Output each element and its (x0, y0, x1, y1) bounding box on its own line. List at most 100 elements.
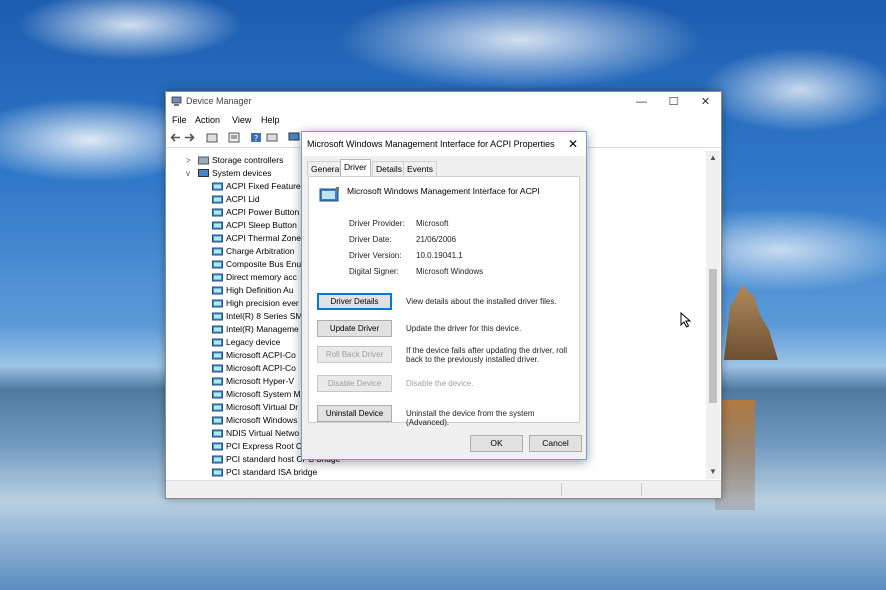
device-label: Charge Arbitration (226, 246, 295, 256)
device-label: NDIS Virtual Netwo (226, 428, 300, 438)
driver-details-description: View details about the installed driver … (406, 297, 557, 306)
system-device-icon (212, 195, 223, 204)
tree-device-row[interactable]: ACPI Fixed Feature (166, 180, 306, 193)
system-device-icon (212, 234, 223, 243)
tree-device-row[interactable]: Microsoft Windows (166, 414, 306, 427)
system-device-icon (212, 247, 223, 256)
device-icon (319, 187, 339, 202)
system-device-icon (212, 208, 223, 217)
device-label: Microsoft ACPI-Co (226, 350, 296, 360)
device-label: PCI standard ISA bridge (226, 467, 318, 477)
device-label: Microsoft Hyper-V (226, 376, 295, 386)
view-icon[interactable] (228, 132, 240, 143)
update-driver-description: Update the driver for this device. (406, 324, 522, 333)
minimize-button[interactable]: — (625, 92, 658, 112)
tree-device-row[interactable]: PCI Express Root Co (166, 440, 307, 453)
tree-device-row[interactable]: ACPI Thermal Zone (166, 232, 306, 245)
system-device-icon (212, 468, 223, 477)
dialog-titlebar[interactable]: Microsoft Windows Management Interface f… (302, 132, 586, 156)
menu-help[interactable]: Help (261, 115, 280, 125)
system-device-icon (212, 182, 223, 191)
device-label: Intel(R) Manageme (226, 324, 299, 334)
uninstall-device-button[interactable]: Uninstall Device (317, 405, 392, 422)
device-label: Direct memory acc (226, 272, 297, 282)
tab-details[interactable]: Details (372, 161, 406, 176)
update-driver-button[interactable]: Update Driver (317, 320, 392, 337)
driver-provider-label: Driver Provider: (349, 219, 405, 228)
status-divider (561, 483, 562, 496)
tree-device-row[interactable]: High Definition Au (166, 284, 306, 297)
device-manager-titlebar[interactable]: Device Manager — ☐ ✕ (166, 92, 721, 112)
driver-version-value: 10.0.19041.1 (416, 251, 463, 260)
tree-device-row[interactable]: PCI standard ISA bridge (166, 466, 366, 479)
system-device-icon (212, 312, 223, 321)
driver-tab-panel: Microsoft Windows Management Interface f… (308, 176, 580, 427)
system-device-icon (212, 364, 223, 373)
tree-device-row[interactable]: Microsoft System M (166, 388, 306, 401)
digital-signer-label: Digital Signer: (349, 267, 399, 276)
tree-device-row[interactable]: ACPI Power Button (166, 206, 306, 219)
menu-action[interactable]: Action (195, 115, 220, 125)
system-device-icon (212, 299, 223, 308)
system-devices-icon (198, 169, 209, 177)
mouse-cursor-icon (680, 312, 692, 328)
cancel-button[interactable]: Cancel (529, 435, 582, 452)
roll-back-driver-description: If the device fails after updating the d… (406, 346, 567, 364)
tree-device-row[interactable]: Charge Arbitration (166, 245, 306, 258)
collapse-chevron-icon[interactable]: v (186, 167, 196, 180)
tree-device-row[interactable]: Microsoft Hyper-V (166, 375, 306, 388)
device-name: Microsoft Windows Management Interface f… (347, 186, 540, 196)
tree-device-row[interactable]: Microsoft ACPI-Co (166, 362, 306, 375)
device-label: ACPI Lid (226, 194, 260, 204)
dialog-close-button[interactable]: ✕ (564, 135, 582, 153)
scroll-thumb[interactable] (709, 269, 717, 403)
back-arrow-icon[interactable] (169, 132, 181, 143)
system-device-icon (212, 390, 223, 399)
system-device-icon (212, 455, 223, 464)
device-label: High Definition Au (226, 285, 294, 295)
tree-device-row[interactable]: ACPI Lid (166, 193, 306, 206)
device-label: ACPI Thermal Zone (226, 233, 301, 243)
properties-dialog: Microsoft Windows Management Interface f… (301, 131, 587, 460)
tree-device-row[interactable]: High precision ever (166, 297, 306, 310)
tree-item-label: System devices (212, 168, 272, 178)
scroll-up-arrow-icon[interactable]: ▲ (706, 151, 720, 165)
tree-device-row[interactable]: Direct memory acc (166, 271, 306, 284)
maximize-button[interactable]: ☐ (657, 92, 690, 112)
device-manager-title: Device Manager (186, 96, 252, 106)
disable-device-button[interactable]: Disable Device (317, 375, 392, 392)
ok-button[interactable]: OK (470, 435, 523, 452)
tree-device-row[interactable]: NDIS Virtual Netwo (166, 427, 306, 440)
device-label: Microsoft System M (226, 389, 301, 399)
device-label: Microsoft ACPI-Co (226, 363, 296, 373)
menu-view[interactable]: View (232, 115, 251, 125)
tree-device-row[interactable]: Legacy device (166, 336, 306, 349)
tree-device-row[interactable]: Intel(R) Manageme (166, 323, 306, 336)
forward-arrow-icon[interactable] (184, 132, 196, 143)
system-device-icon (212, 429, 223, 438)
menu-file[interactable]: File (172, 115, 187, 125)
status-bar (166, 480, 721, 498)
roll-back-driver-button[interactable]: Roll Back Driver (317, 346, 392, 363)
scroll-down-arrow-icon[interactable]: ▼ (706, 465, 720, 479)
tab-events[interactable]: Events (403, 161, 437, 176)
driver-details-button[interactable]: Driver Details (317, 293, 392, 310)
properties-icon[interactable] (206, 132, 218, 143)
tree-device-row[interactable]: Composite Bus Enu (166, 258, 306, 271)
tab-driver[interactable]: Driver (340, 159, 371, 177)
system-device-icon (212, 351, 223, 360)
expand-chevron-icon[interactable]: > (186, 154, 196, 167)
system-device-icon (212, 286, 223, 295)
tree-device-row[interactable]: Microsoft ACPI-Co (166, 349, 306, 362)
system-device-icon (212, 403, 223, 412)
close-button[interactable]: ✕ (689, 92, 722, 112)
help-icon[interactable]: ? (250, 132, 262, 143)
action-icon[interactable] (266, 132, 278, 143)
vertical-scrollbar[interactable]: ▲ ▼ (706, 151, 720, 479)
device-label: Microsoft Windows (226, 415, 298, 425)
svg-text:?: ? (254, 134, 258, 143)
monitor-icon[interactable] (288, 132, 300, 143)
tree-device-row[interactable]: ACPI Sleep Button (166, 219, 306, 232)
tree-device-row[interactable]: Microsoft Virtual Dr (166, 401, 306, 414)
tree-device-row[interactable]: Intel(R) 8 Series SM (166, 310, 306, 323)
